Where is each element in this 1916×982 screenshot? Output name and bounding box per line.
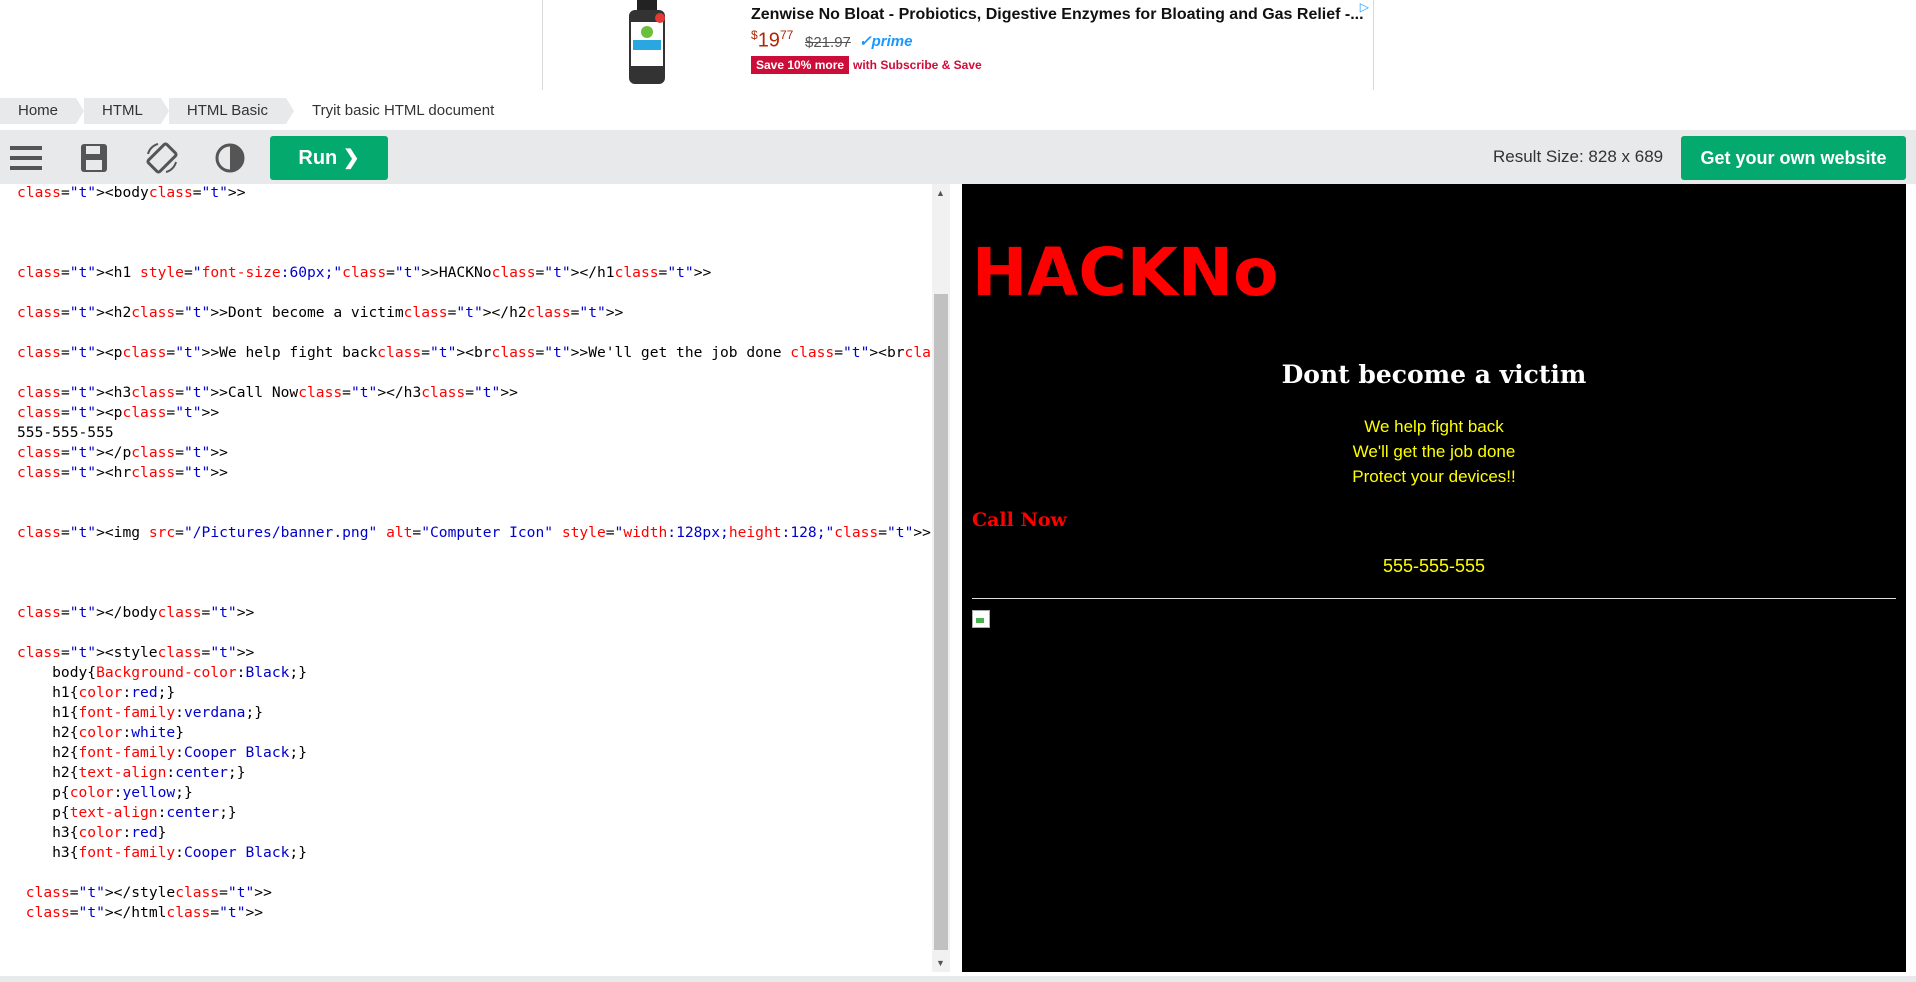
code-text[interactable]: class="t"><bodyclass="t">> class="t"><h1… <box>17 184 933 923</box>
prime-badge: ✓prime <box>859 33 913 50</box>
result-phone: 555-555-555 <box>1382 556 1486 576</box>
breadcrumb-current: Tryit basic HTML document <box>311 102 495 119</box>
scroll-up-icon[interactable]: ▲ <box>936 188 945 198</box>
ad-banner[interactable]: Zenwise No Bloat - Probiotics, Digestive… <box>542 0 1374 90</box>
ad-title[interactable]: Zenwise No Bloat - Probiotics, Digestive… <box>751 6 1364 24</box>
result-divider <box>972 598 1896 599</box>
breadcrumb: Home HTML HTML Basic Tryit basic HTML do… <box>0 98 520 124</box>
scroll-down-icon[interactable]: ▼ <box>936 958 945 968</box>
breadcrumb-html[interactable]: HTML <box>84 98 169 124</box>
get-own-website-button[interactable]: Get your own website <box>1681 136 1906 180</box>
menu-icon[interactable] <box>8 140 44 176</box>
result-size: Result Size: 828 x 689 <box>1493 147 1664 166</box>
save-icon[interactable] <box>76 140 112 176</box>
result-frame: HACKNo Dont become a victim We help figh… <box>962 184 1906 972</box>
ad-old-price: $21.97 <box>805 34 851 51</box>
ad-price: $1977 <box>751 28 794 52</box>
contrast-icon[interactable] <box>212 140 248 176</box>
broken-image-icon <box>972 610 990 628</box>
result-call-now: Call Now <box>972 509 1067 531</box>
bottom-bar <box>0 976 1916 982</box>
chevron-right-icon: ❯ <box>342 147 360 169</box>
ad-subscribe-text: with Subscribe & Save <box>853 58 982 72</box>
editor-scrollbar[interactable]: ▲ ▼ <box>932 184 950 972</box>
code-editor[interactable]: class="t"><bodyclass="t">> class="t"><h1… <box>7 184 934 972</box>
ad-savings-badge: Save 10% more <box>751 56 850 74</box>
run-button[interactable]: Run ❯ <box>270 136 388 180</box>
scroll-thumb[interactable] <box>934 294 948 950</box>
result-heading: HACKNo <box>972 234 1279 311</box>
toolbar: Run ❯ Result Size: 828 x 689 Get your ow… <box>0 130 1916 184</box>
adchoices-icon[interactable]: ▷ <box>1360 0 1369 14</box>
result-subheading: Dont become a victim <box>1281 360 1587 389</box>
result-paragraph: We help fight back We'll get the job done… <box>1352 417 1516 486</box>
breadcrumb-home[interactable]: Home <box>0 98 85 124</box>
product-bottle-image[interactable] <box>623 0 671 86</box>
breadcrumb-html-basic[interactable]: HTML Basic <box>168 98 295 124</box>
rotate-orientation-icon[interactable] <box>144 140 180 176</box>
